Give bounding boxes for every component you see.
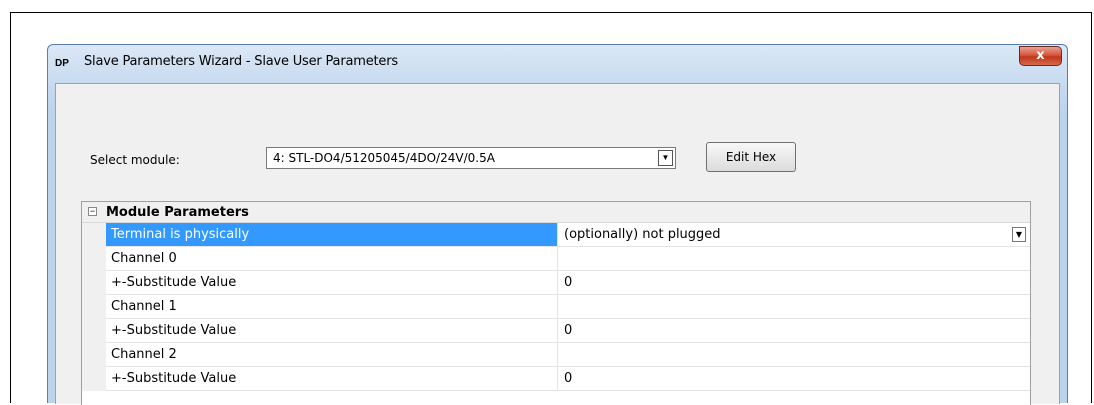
param-name[interactable]: Terminal is physically [106, 223, 558, 246]
row-gutter [82, 295, 106, 319]
chevron-down-icon[interactable]: ▼ [1012, 227, 1026, 242]
module-select-value: 4: STL-DO4/51205045/4DO/24V/0.5A [273, 151, 495, 165]
table-row[interactable]: Terminal is physically (optionally) not … [82, 223, 1030, 247]
row-gutter [82, 223, 106, 247]
param-value[interactable]: 0 [558, 319, 1030, 342]
chevron-down-icon[interactable]: ▼ [658, 150, 673, 166]
param-value[interactable]: 0 [558, 367, 1030, 390]
table-row[interactable]: Channel 2 [82, 343, 1030, 367]
row-gutter [82, 319, 106, 343]
table-row[interactable]: Channel 1 [82, 295, 1030, 319]
parameter-grid: − Module Parameters Terminal is physical… [81, 201, 1031, 405]
edit-hex-button[interactable]: Edit Hex [706, 142, 796, 172]
param-name[interactable]: Channel 2 [106, 343, 558, 366]
param-name[interactable]: +-Substitude Value [106, 319, 558, 342]
param-value-text: (optionally) not plugged [564, 227, 721, 242]
dialog-client-area: Select module: 4: STL-DO4/51205045/4DO/2… [55, 83, 1060, 405]
param-value[interactable] [558, 343, 1030, 366]
param-value[interactable] [558, 295, 1030, 318]
close-button[interactable]: x [1019, 46, 1062, 66]
app-icon: DP [55, 58, 69, 69]
row-gutter [82, 367, 106, 391]
title-bar[interactable]: DP Slave Parameters Wizard - Slave User … [48, 45, 1067, 83]
collapse-icon[interactable]: − [88, 207, 97, 216]
row-gutter [82, 271, 106, 295]
group-header[interactable]: − Module Parameters [82, 202, 1030, 223]
param-name[interactable]: +-Substitude Value [106, 271, 558, 294]
group-title: Module Parameters [106, 205, 249, 220]
select-module-label: Select module: [90, 153, 180, 167]
row-gutter [82, 247, 106, 271]
table-row[interactable]: +-Substitude Value 0 [82, 319, 1030, 343]
param-name[interactable]: +-Substitude Value [106, 367, 558, 390]
param-name[interactable]: Channel 0 [106, 247, 558, 270]
module-select[interactable]: 4: STL-DO4/51205045/4DO/24V/0.5A ▼ [266, 147, 676, 169]
close-icon: x [1036, 48, 1045, 63]
dialog-window: DP Slave Parameters Wizard - Slave User … [47, 44, 1068, 405]
param-value[interactable]: (optionally) not plugged ▼ [558, 223, 1030, 246]
window-title: Slave Parameters Wizard - Slave User Par… [84, 54, 398, 69]
row-gutter [82, 343, 106, 367]
param-value[interactable]: 0 [558, 271, 1030, 294]
param-name[interactable]: Channel 1 [106, 295, 558, 318]
param-value[interactable] [558, 247, 1030, 270]
table-row[interactable]: Channel 0 [82, 247, 1030, 271]
table-row[interactable]: +-Substitude Value 0 [82, 367, 1030, 391]
table-row[interactable]: +-Substitude Value 0 [82, 271, 1030, 295]
